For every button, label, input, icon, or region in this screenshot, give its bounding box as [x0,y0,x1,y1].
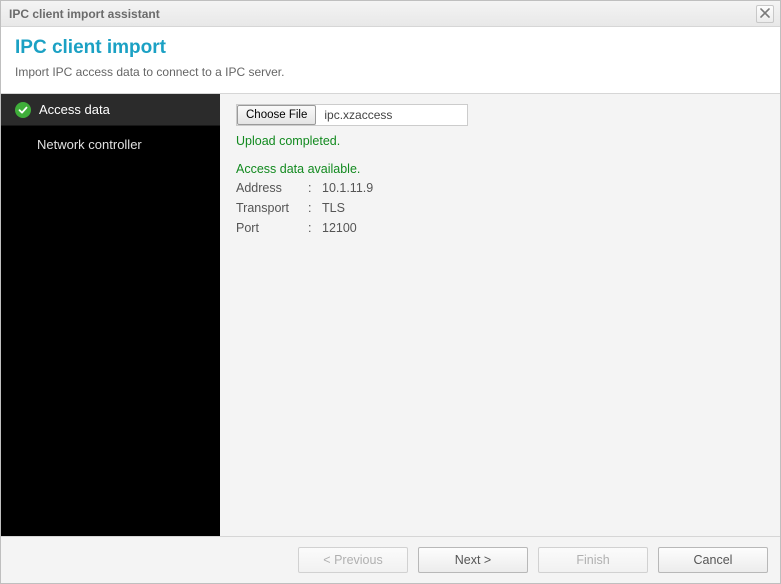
previous-button: < Previous [298,547,408,573]
footer: < Previous Next > Finish Cancel [1,537,780,583]
titlebar: IPC client import assistant [1,1,780,27]
sidebar-item-access-data[interactable]: Access data [1,94,220,126]
check-circle-icon [15,102,31,118]
transport-label: Transport [236,198,308,218]
row-address: Address : 10.1.11.9 [236,178,764,198]
transport-value: TLS [322,198,345,218]
access-available-status: Access data available. [236,162,764,176]
body: Access data Network controller Choose Fi… [1,94,780,537]
dialog: IPC client import assistant IPC client i… [0,0,781,584]
window-title: IPC client import assistant [9,7,160,21]
close-icon [760,7,770,21]
row-port: Port : 12100 [236,218,764,238]
header: IPC client import Import IPC access data… [1,27,780,94]
address-value: 10.1.11.9 [322,178,373,198]
sidebar-item-label: Network controller [37,137,142,152]
sidebar-item-network-controller[interactable]: Network controller [1,126,220,164]
close-button[interactable] [756,5,774,23]
cancel-button[interactable]: Cancel [658,547,768,573]
next-button[interactable]: Next > [418,547,528,573]
address-label: Address [236,178,308,198]
access-data-details: Address : 10.1.11.9 Transport : TLS Port… [236,178,764,238]
file-chooser: Choose File ipc.xzaccess [236,104,468,126]
sidebar-item-label: Access data [39,102,110,117]
page-subtitle: Import IPC access data to connect to a I… [15,65,766,79]
chosen-filename: ipc.xzaccess [316,105,400,125]
choose-file-button[interactable]: Choose File [237,105,316,125]
upload-status: Upload completed. [236,134,764,148]
row-transport: Transport : TLS [236,198,764,218]
port-label: Port [236,218,308,238]
content: Choose File ipc.xzaccess Upload complete… [220,94,780,536]
page-title: IPC client import [15,37,766,59]
finish-button: Finish [538,547,648,573]
sidebar: Access data Network controller [1,94,220,536]
port-value: 12100 [322,218,357,238]
